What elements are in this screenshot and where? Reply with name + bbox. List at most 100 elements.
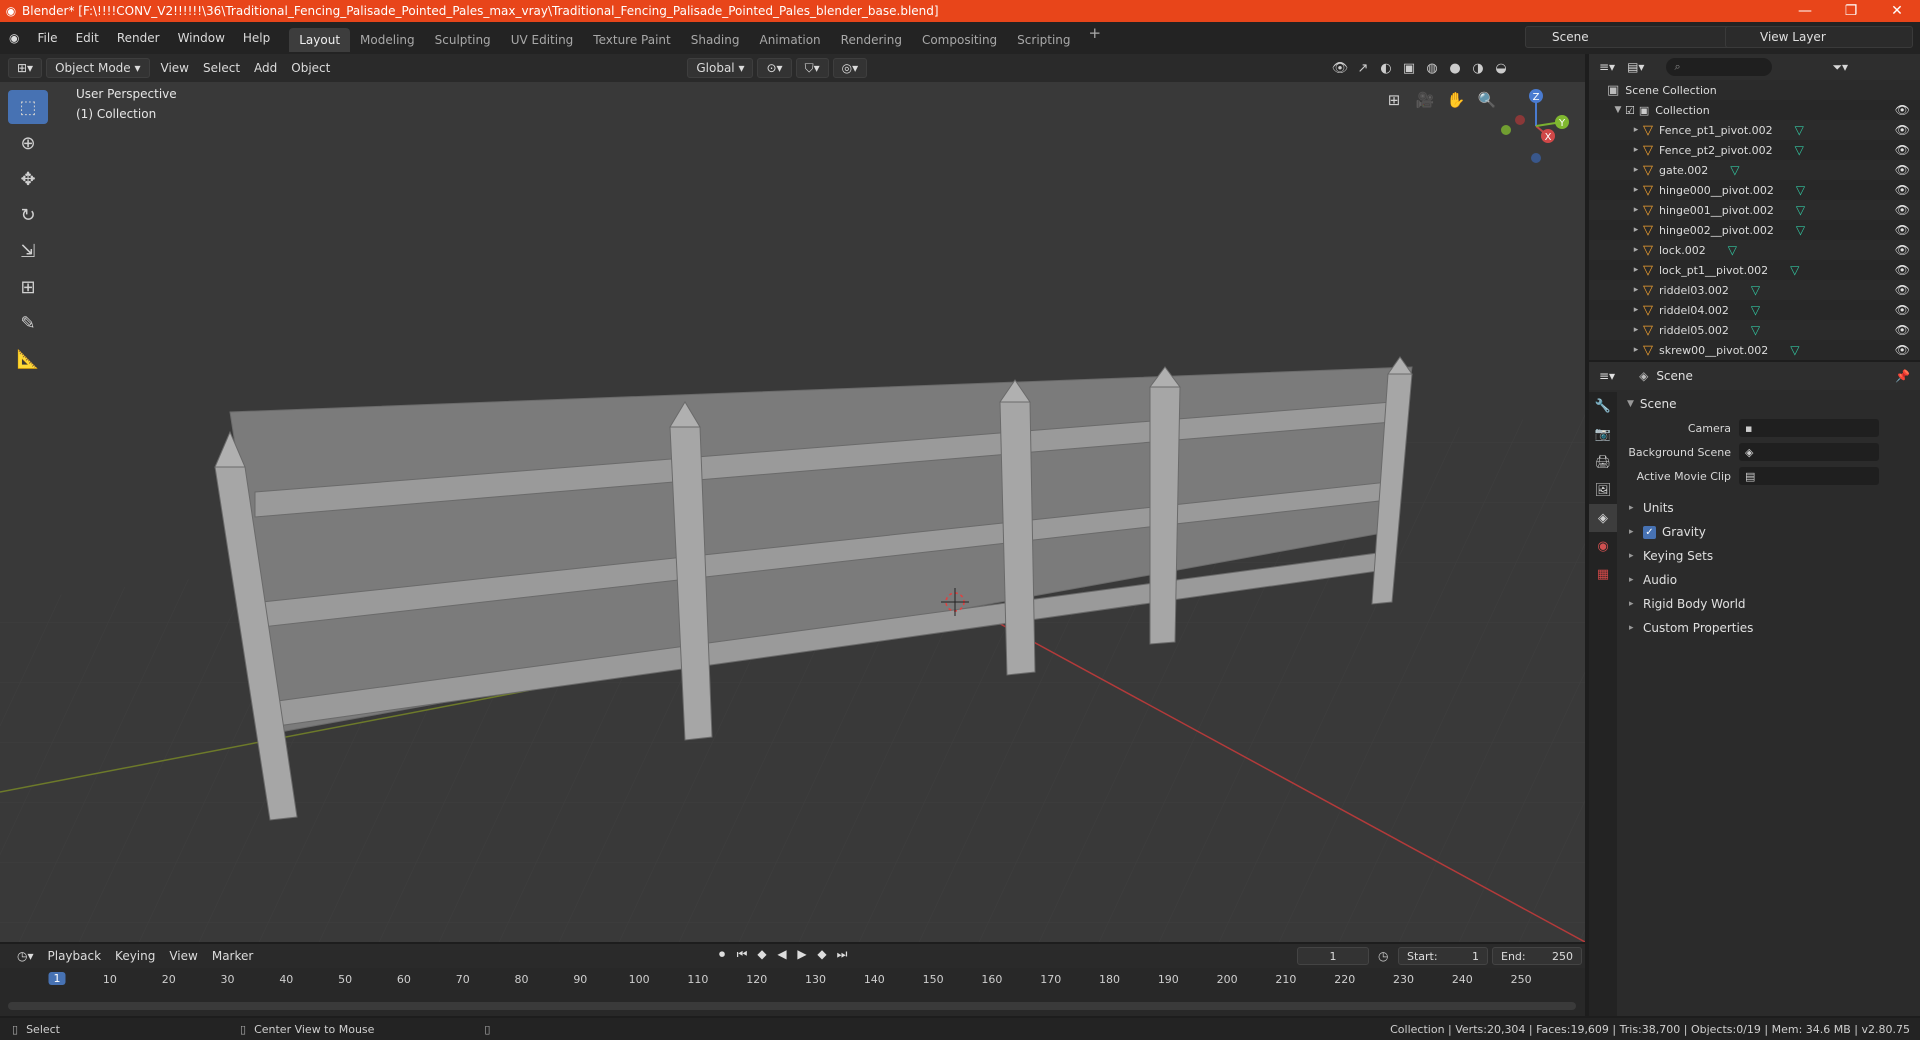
outliner-item[interactable]: ▸ ▽ hinge001__pivot.002 ▽ 👁 xyxy=(1589,200,1920,220)
tab-texture-paint[interactable]: Texture Paint xyxy=(583,28,680,52)
measure-tool-icon[interactable]: 📐 xyxy=(8,342,48,376)
expand-arrow-icon[interactable]: ▸ xyxy=(1629,165,1643,175)
viewport-menu-select[interactable]: Select xyxy=(196,61,247,75)
viewport-menu-view[interactable]: View xyxy=(154,61,196,75)
gizmo-neg-z[interactable] xyxy=(1531,153,1541,163)
camera-view-icon[interactable]: 🎥 xyxy=(1411,88,1439,112)
expand-arrow-icon[interactable]: ▸ xyxy=(1629,205,1643,215)
eye-icon[interactable]: 👁 xyxy=(1895,343,1910,357)
rendered-shading-icon[interactable]: ◒ xyxy=(1491,58,1511,78)
expand-arrow-icon[interactable]: ▸ xyxy=(1629,225,1643,235)
outliner-item[interactable]: ▸ ▽ gate.002 ▽ 👁 xyxy=(1589,160,1920,180)
outliner-item[interactable]: ▸ ▽ Fence_pt2_pivot.002 ▽ 👁 xyxy=(1589,140,1920,160)
expand-arrow-icon[interactable]: ▸ xyxy=(1629,245,1643,255)
minimize-button[interactable]: — xyxy=(1782,3,1828,19)
tab-shading[interactable]: Shading xyxy=(681,28,750,52)
scene-panel-header[interactable]: ▼ Scene xyxy=(1619,392,1920,416)
cursor-tool-icon[interactable]: ⊕ xyxy=(8,126,48,160)
menu-render[interactable]: Render xyxy=(108,22,169,54)
properties-editor-icon[interactable]: ≡▾ xyxy=(1589,369,1615,383)
annotate-tool-icon[interactable]: ✎ xyxy=(8,306,48,340)
expand-arrow-icon[interactable]: ▸ xyxy=(1629,345,1643,355)
expand-arrow-icon[interactable]: ▸ xyxy=(1629,551,1643,561)
tab-scripting[interactable]: Scripting xyxy=(1007,28,1080,52)
timeline-menu-keying[interactable]: Keying xyxy=(108,949,162,963)
tab-modeling[interactable]: Modeling xyxy=(350,28,425,52)
units-subpanel[interactable]: ▸ Units xyxy=(1619,496,1920,520)
timeline-ruler[interactable]: 1 10 20 30 40 50 60 70 80 90 100 110 120 130 140 150 16… xyxy=(0,970,1585,990)
xray-icon[interactable]: ▣ xyxy=(1399,58,1419,78)
expand-arrow-icon[interactable]: ▸ xyxy=(1629,599,1643,609)
scale-tool-icon[interactable]: ⇲ xyxy=(8,234,48,268)
expand-arrow-icon[interactable]: ▸ xyxy=(1629,325,1643,335)
move-tool-icon[interactable]: ✥ xyxy=(8,162,48,196)
timeline-menu-view[interactable]: View xyxy=(162,949,204,963)
expand-arrow-icon[interactable]: ▸ xyxy=(1629,503,1643,513)
eye-icon[interactable]: 👁 xyxy=(1895,183,1910,197)
view-layer-selector[interactable]: View Layer xyxy=(1725,26,1913,48)
expand-arrow-icon[interactable]: ▸ xyxy=(1629,265,1643,275)
world-tab-icon[interactable]: ◉ xyxy=(1589,532,1617,560)
material-shading-icon[interactable]: ◑ xyxy=(1468,58,1488,78)
timeline-editor-icon[interactable]: ◷▾ xyxy=(10,949,41,963)
transform-tool-icon[interactable]: ⊞ xyxy=(8,270,48,304)
expand-arrow-icon[interactable]: ▸ xyxy=(1629,575,1643,585)
tab-sculpting[interactable]: Sculpting xyxy=(425,28,501,52)
blender-menu-icon[interactable]: ◉ xyxy=(0,22,28,54)
select-box-tool-icon[interactable]: ⬚ xyxy=(8,90,48,124)
movie-clip-input[interactable]: ▤ xyxy=(1739,467,1879,485)
menu-edit[interactable]: Edit xyxy=(67,22,108,54)
tab-rendering[interactable]: Rendering xyxy=(831,28,912,52)
tab-layout[interactable]: Layout xyxy=(289,28,351,52)
menu-help[interactable]: Help xyxy=(234,22,279,54)
expand-arrow-icon[interactable]: ▼ xyxy=(1611,105,1625,115)
viewport-menu-object[interactable]: Object xyxy=(284,61,337,75)
keying-sets-subpanel[interactable]: ▸ Keying Sets xyxy=(1619,544,1920,568)
rigid-body-world-subpanel[interactable]: ▸ Rigid Body World xyxy=(1619,592,1920,616)
expand-arrow-icon[interactable]: ▸ xyxy=(1629,145,1643,155)
gizmo-neg-y[interactable] xyxy=(1501,125,1511,135)
outliner-editor-icon[interactable]: ≡▾ xyxy=(1599,60,1615,74)
eye-icon[interactable]: 👁 xyxy=(1895,103,1910,117)
pin-icon[interactable]: 📌 xyxy=(1895,369,1910,383)
display-mode-icon[interactable]: ▤▾ xyxy=(1627,60,1644,74)
background-scene-input[interactable]: ◈ xyxy=(1739,443,1879,461)
eye-icon[interactable]: 👁 xyxy=(1895,123,1910,137)
eye-icon[interactable]: 👁 xyxy=(1895,323,1910,337)
outliner-collection[interactable]: ▼ ☑ ▣ Collection 👁 xyxy=(1589,100,1920,120)
expand-arrow-icon[interactable]: ▸ xyxy=(1629,285,1643,295)
pivot-point-icon[interactable]: ⊙▾ xyxy=(757,58,792,78)
prev-keyframe-icon[interactable]: ◆ xyxy=(752,947,772,962)
outliner-item[interactable]: ▸ ▽ lock.002 ▽ 👁 xyxy=(1589,240,1920,260)
next-keyframe-icon[interactable]: ◆ xyxy=(812,947,832,962)
snap-icon[interactable]: ⛉▾ xyxy=(795,58,829,78)
gravity-checkbox[interactable]: ✓ xyxy=(1643,525,1656,539)
proportional-edit-icon[interactable]: ◎▾ xyxy=(832,58,868,78)
checkbox-icon[interactable]: ☑ xyxy=(1625,104,1635,117)
outliner-item[interactable]: ▸ ▽ riddel03.002 ▽ 👁 xyxy=(1589,280,1920,300)
add-workspace-icon[interactable]: + xyxy=(1081,24,1110,52)
current-frame-indicator[interactable]: 1 xyxy=(48,972,66,985)
eye-icon[interactable]: 👁 xyxy=(1895,283,1910,297)
outliner-item[interactable]: ▸ ▽ lock_pt1__pivot.002 ▽ 👁 xyxy=(1589,260,1920,280)
texture-tab-icon[interactable]: ▦ xyxy=(1589,560,1617,588)
3d-viewport[interactable] xyxy=(0,82,1585,942)
viewport-menu-add[interactable]: Add xyxy=(247,61,284,75)
navigation-gizmo[interactable]: Z X Y xyxy=(1496,86,1576,166)
eye-icon[interactable]: 👁 xyxy=(1895,163,1910,177)
wireframe-shading-icon[interactable]: ◍ xyxy=(1422,58,1442,78)
filter-icon[interactable]: ⏷▾ xyxy=(1832,60,1848,75)
outliner-item[interactable]: ▸ ▽ Fence_pt1_pivot.002 ▽ 👁 xyxy=(1589,120,1920,140)
scene-tab-icon[interactable]: ◈ xyxy=(1589,504,1617,532)
scene-selector[interactable]: Scene xyxy=(1525,26,1735,48)
maximize-button[interactable]: ❐ xyxy=(1828,3,1874,19)
custom-properties-subpanel[interactable]: ▸ Custom Properties xyxy=(1619,616,1920,640)
timeline-menu-marker[interactable]: Marker xyxy=(205,949,260,963)
menu-window[interactable]: Window xyxy=(169,22,234,54)
current-frame-field[interactable]: 1 xyxy=(1297,947,1369,965)
transform-orientation-dropdown[interactable]: Global ▾ xyxy=(687,58,754,78)
eye-icon[interactable]: 👁 xyxy=(1895,243,1910,257)
jump-start-icon[interactable]: ⏮ xyxy=(732,947,752,962)
expand-arrow-icon[interactable]: ▸ xyxy=(1629,623,1643,633)
timeline-menu-playback[interactable]: Playback xyxy=(41,949,109,963)
